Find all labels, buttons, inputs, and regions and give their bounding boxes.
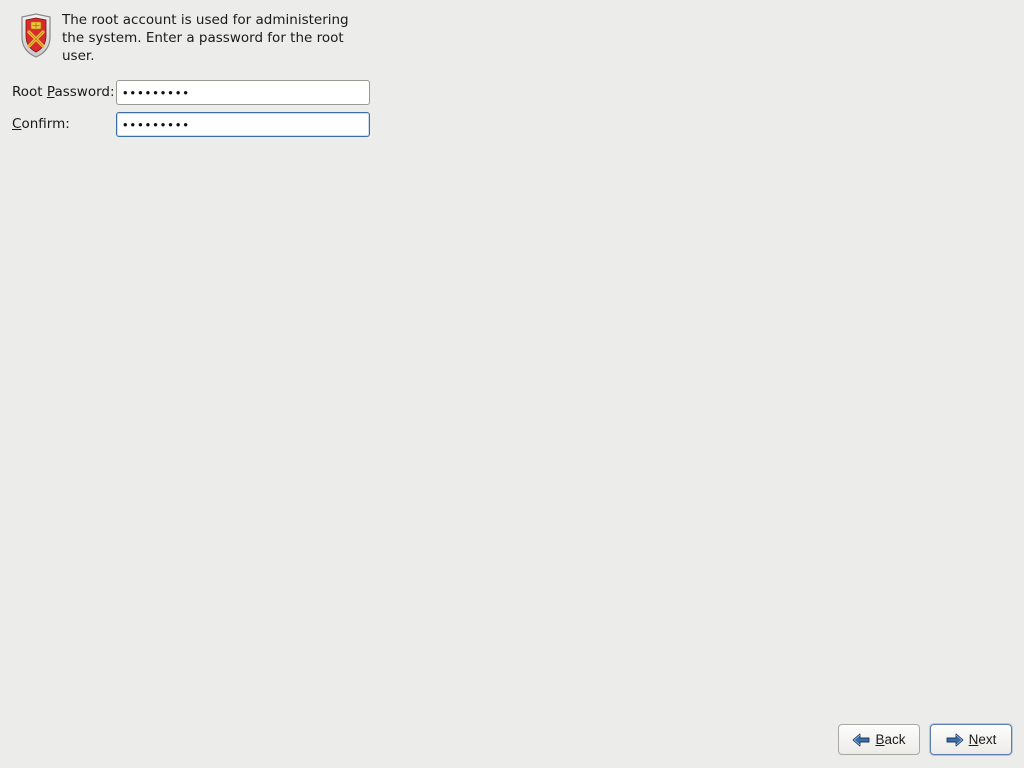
arrow-right-icon	[946, 733, 964, 747]
confirm-password-row: Confirm:	[12, 112, 1012, 137]
header-section: The root account is used for administeri…	[0, 0, 1024, 76]
root-password-input[interactable]	[116, 80, 370, 105]
next-button[interactable]: Next	[930, 724, 1012, 755]
confirm-password-input[interactable]	[116, 112, 370, 137]
description-text: The root account is used for administeri…	[62, 11, 362, 66]
next-button-label: Next	[969, 732, 997, 747]
arrow-left-icon	[852, 733, 870, 747]
root-password-row: Root Password:	[12, 80, 1012, 105]
root-password-label: Root Password:	[12, 84, 116, 100]
form-section: Root Password: Confirm:	[0, 76, 1024, 152]
button-bar: Back Next	[838, 724, 1012, 755]
back-button-label: Back	[875, 732, 905, 747]
confirm-password-label: Confirm:	[12, 116, 116, 132]
shield-icon	[18, 13, 54, 59]
back-button[interactable]: Back	[838, 724, 920, 755]
